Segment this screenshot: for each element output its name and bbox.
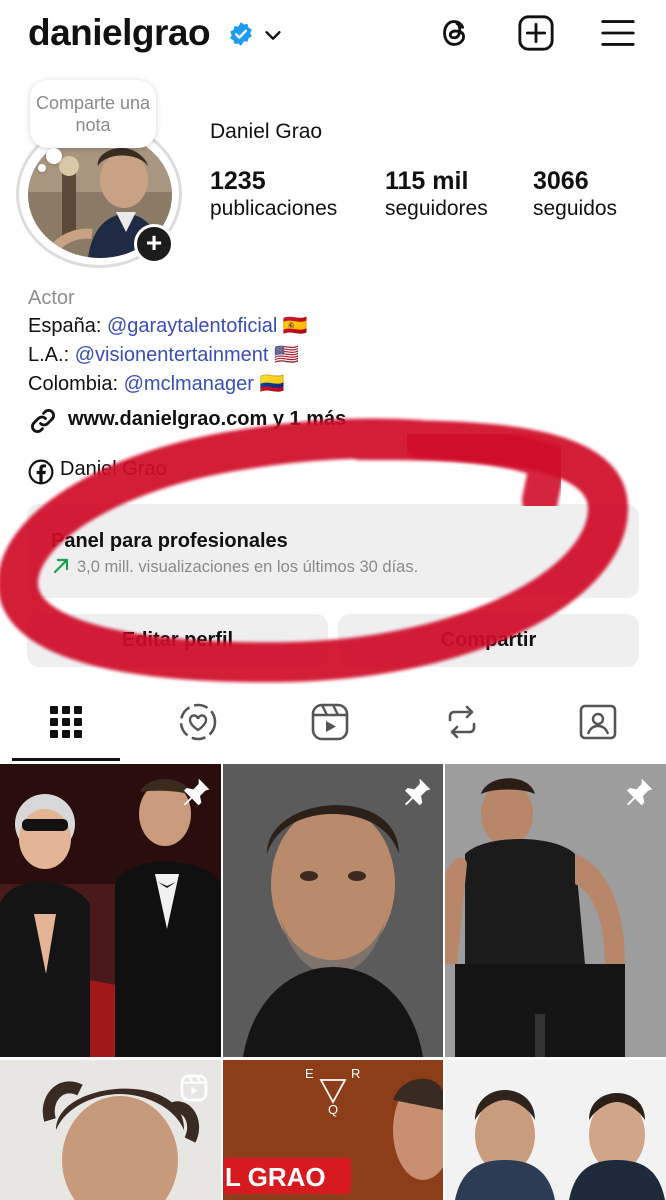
stat-following[interactable]: 3066 seguidos [533, 166, 617, 222]
reel-banner-text: L GRAO [225, 1162, 326, 1192]
bio-category: Actor [28, 287, 75, 309]
facebook-name[interactable]: Daniel Grao [60, 458, 167, 481]
posts-grid-icon[interactable] [44, 700, 88, 744]
reel-logo-letter-q: Q [328, 1102, 339, 1117]
mention-link[interactable]: @mclmanager [124, 373, 254, 395]
collab-icon[interactable] [176, 700, 220, 744]
pin-icon [405, 778, 431, 806]
reel-badge-icon [180, 1074, 208, 1102]
bio-line-prefix: Colombia: [28, 373, 124, 395]
grid-post[interactable]: E R Q L GRAO [223, 1060, 443, 1200]
stat-followers-value: 115 mil [385, 167, 469, 195]
share-note-bubble[interactable]: Comparte una nota [30, 80, 156, 148]
stat-posts-label: publicaciones [210, 197, 338, 220]
bio-line-prefix: L.A.: [28, 344, 75, 366]
stat-followers-label: seguidores [385, 197, 488, 220]
panel-title: Panel para profesionales [51, 530, 288, 552]
verified-badge-icon [230, 22, 252, 46]
grid-post[interactable] [223, 764, 443, 1057]
menu-icon[interactable] [599, 14, 637, 52]
bio-line-prefix: España: [28, 315, 107, 337]
new-post-icon[interactable] [517, 14, 555, 52]
add-story-button[interactable]: + [134, 224, 174, 264]
professional-dashboard-panel[interactable]: Panel para profesionales 3,0 mill. visua… [27, 504, 639, 598]
full-name: Daniel Grao [210, 120, 323, 143]
stat-followers[interactable]: 115 mil seguidores [385, 166, 488, 222]
active-tab-indicator [12, 758, 120, 761]
stat-posts-value: 1235 [210, 167, 266, 195]
note-bubble-tail [46, 148, 62, 164]
reels-icon[interactable] [308, 700, 352, 744]
grid-post[interactable] [0, 764, 221, 1057]
bio-line-colombia: Colombia: @mclmanager 🇨🇴 [28, 370, 284, 398]
share-profile-button[interactable]: Compartir [338, 614, 639, 667]
bio-line-la: L.A.: @visionentertainment 🇺🇸 [28, 341, 299, 369]
edit-profile-button[interactable]: Editar perfil [27, 614, 328, 667]
profile-header: danielgrao [0, 0, 666, 70]
grid-post[interactable] [0, 1060, 221, 1200]
stat-posts[interactable]: 1235 publicaciones [210, 166, 337, 222]
reel-logo-letter-e: E [305, 1066, 314, 1081]
tagged-icon[interactable] [576, 700, 620, 744]
flag-usa: 🇺🇸 [274, 344, 299, 366]
pin-icon [627, 778, 653, 806]
facebook-icon [28, 459, 54, 485]
username[interactable]: danielgrao [28, 12, 211, 54]
reel-logo-letter-r: R [351, 1066, 361, 1081]
threads-icon[interactable] [436, 14, 474, 52]
flag-colombia: 🇨🇴 [259, 373, 285, 395]
pin-icon [184, 778, 210, 806]
trend-up-arrow-icon [53, 558, 69, 574]
reposts-icon[interactable] [440, 700, 484, 744]
flag-spain: 🇪🇸 [282, 315, 308, 337]
panel-subtitle: 3,0 mill. visualizaciones en los últimos… [77, 558, 419, 576]
stat-following-label: seguidos [533, 197, 618, 220]
link-icon [31, 409, 55, 433]
stat-following-value: 3066 [533, 167, 589, 195]
grid-post[interactable] [445, 1060, 666, 1200]
mention-link[interactable]: @garaytalentoficial [107, 315, 277, 337]
mention-link[interactable]: @visionentertainment [75, 344, 269, 366]
grid-post[interactable] [445, 764, 666, 1057]
link-text[interactable]: www.danielgrao.com y 1 más [68, 408, 346, 431]
bio-line-spain: España: @garaytalentoficial 🇪🇸 [28, 312, 308, 340]
chevron-down-icon[interactable] [262, 24, 284, 46]
note-bubble-tail-small [38, 164, 46, 172]
